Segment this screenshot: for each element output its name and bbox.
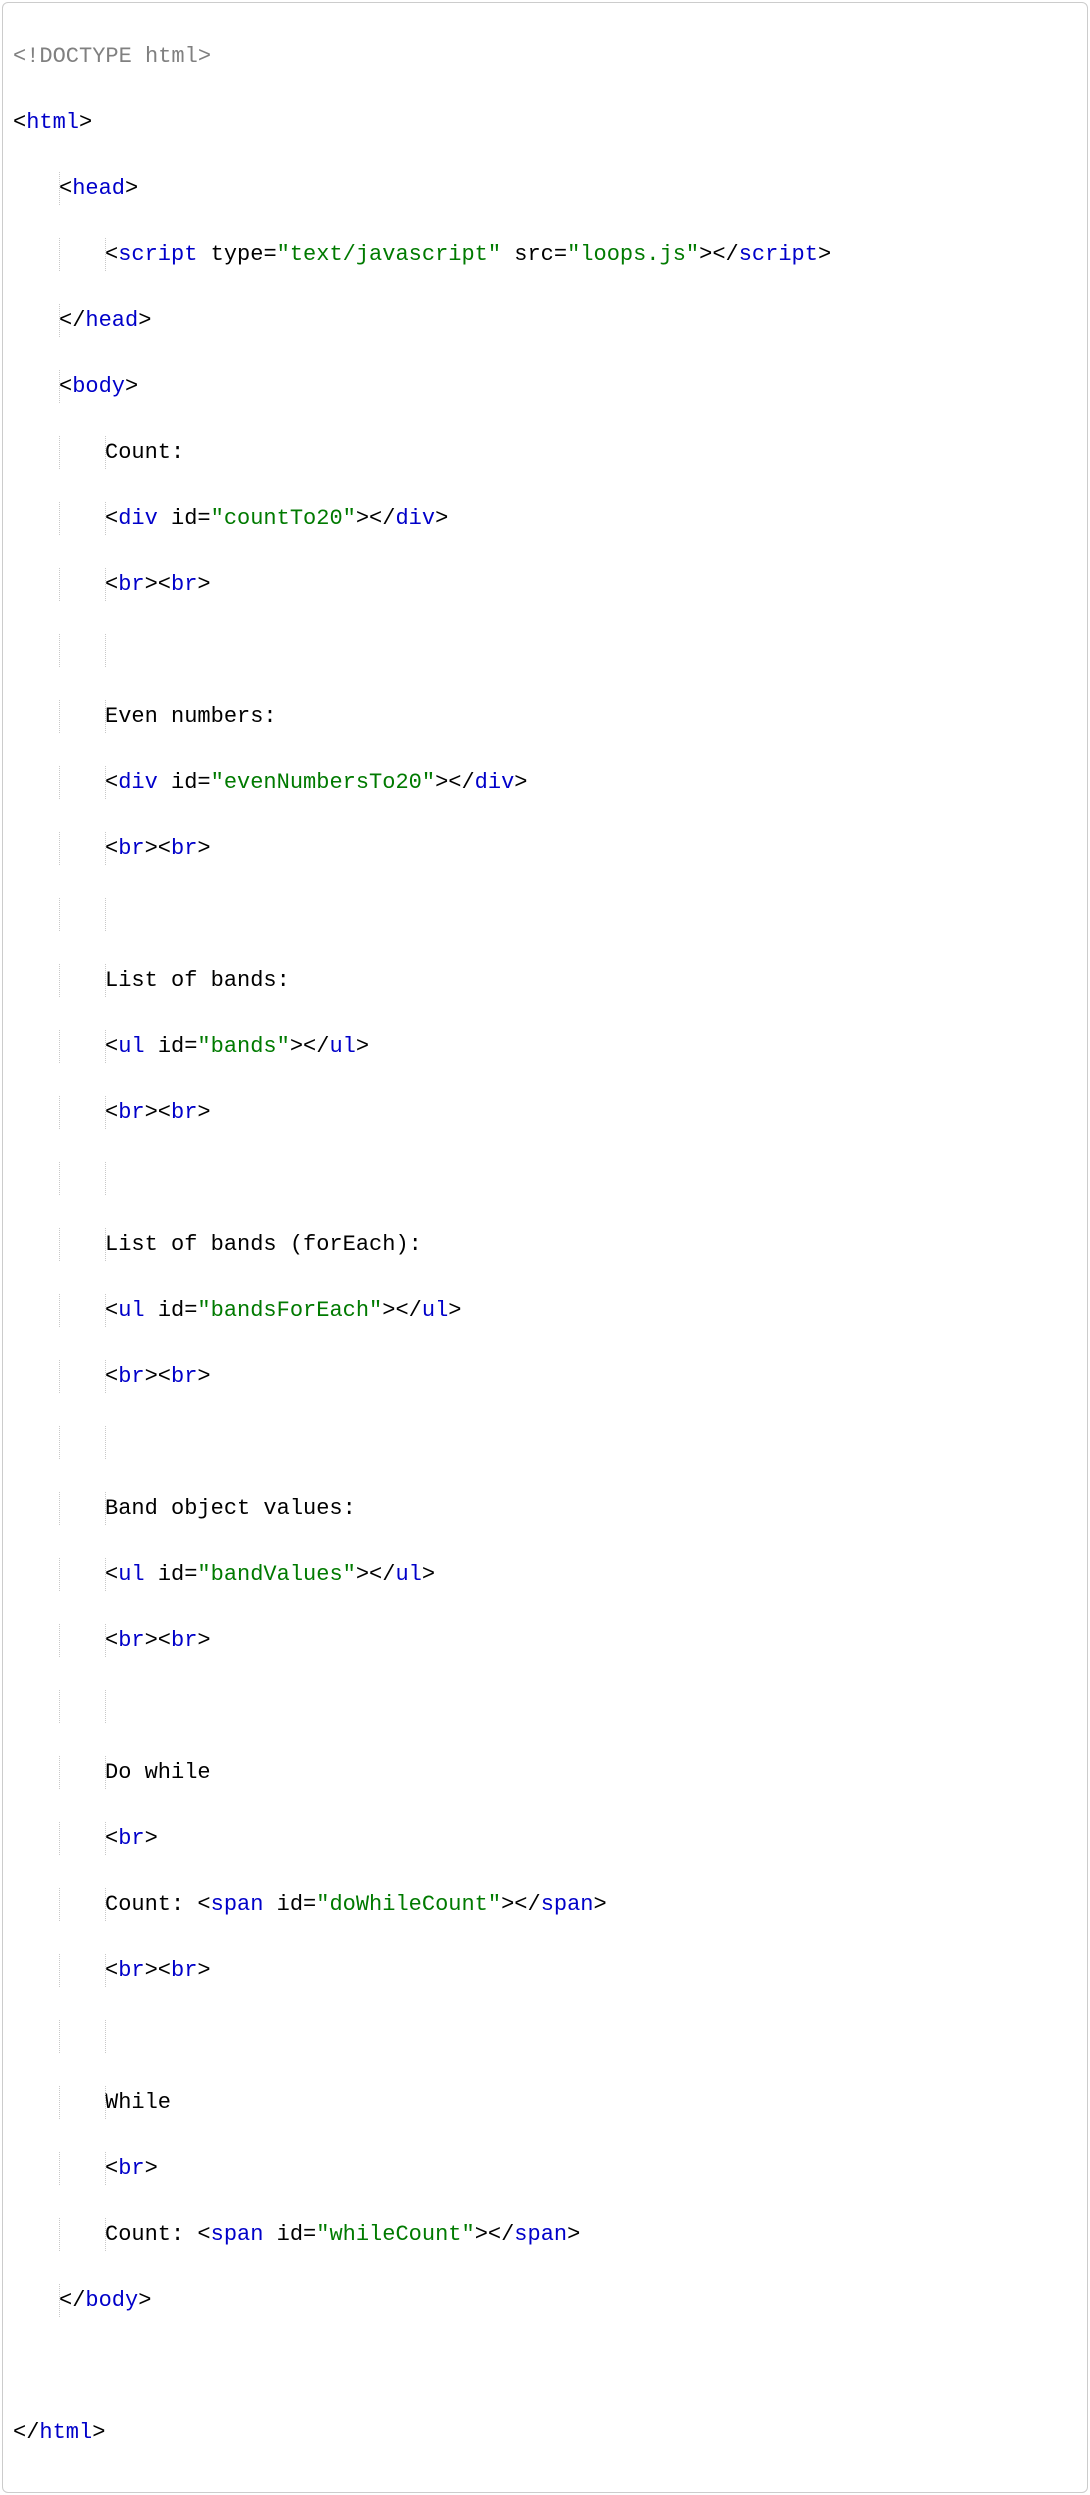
code-line: <br> [13, 2152, 1077, 2185]
code-line: </html> [13, 2416, 1077, 2449]
code-line: Even numbers: [13, 700, 1077, 733]
code-line: List of bands (forEach): [13, 1228, 1077, 1261]
code-line: </head> [13, 304, 1077, 337]
blank-line [13, 2350, 1077, 2383]
code-line: <ul id="bands"></ul> [13, 1030, 1077, 1063]
code-line: While [13, 2086, 1077, 2119]
code-line: Do while [13, 1756, 1077, 1789]
code-line: <head> [13, 172, 1077, 205]
blank-line [13, 1426, 1077, 1459]
blank-line [13, 1690, 1077, 1723]
code-line: Band object values: [13, 1492, 1077, 1525]
blank-line [13, 2020, 1077, 2053]
doctype-text: <!DOCTYPE html> [13, 44, 211, 69]
blank-line [13, 634, 1077, 667]
code-line: <ul id="bandValues"></ul> [13, 1558, 1077, 1591]
code-line: Count: <span id="doWhileCount"></span> [13, 1888, 1077, 1921]
code-line: <script type="text/javascript" src="loop… [13, 238, 1077, 271]
code-line: </body> [13, 2284, 1077, 2317]
code-block: <!DOCTYPE html> <html> <head> <script ty… [2, 2, 1088, 2493]
blank-line [13, 1162, 1077, 1195]
code-line: <br><br> [13, 568, 1077, 601]
blank-line [13, 898, 1077, 931]
code-line: Count: [13, 436, 1077, 469]
code-line: <!DOCTYPE html> [13, 40, 1077, 73]
code-line: List of bands: [13, 964, 1077, 997]
code-line: <br><br> [13, 832, 1077, 865]
code-line: <br> [13, 1822, 1077, 1855]
code-line: <div id="evenNumbersTo20"></div> [13, 766, 1077, 799]
code-line: Count: <span id="whileCount"></span> [13, 2218, 1077, 2251]
code-line: <br><br> [13, 1360, 1077, 1393]
code-line: <br><br> [13, 1096, 1077, 1129]
code-line: <ul id="bandsForEach"></ul> [13, 1294, 1077, 1327]
code-line: <br><br> [13, 1954, 1077, 1987]
code-line: <br><br> [13, 1624, 1077, 1657]
code-line: <body> [13, 370, 1077, 403]
code-line: <html> [13, 106, 1077, 139]
code-line: <div id="countTo20"></div> [13, 502, 1077, 535]
